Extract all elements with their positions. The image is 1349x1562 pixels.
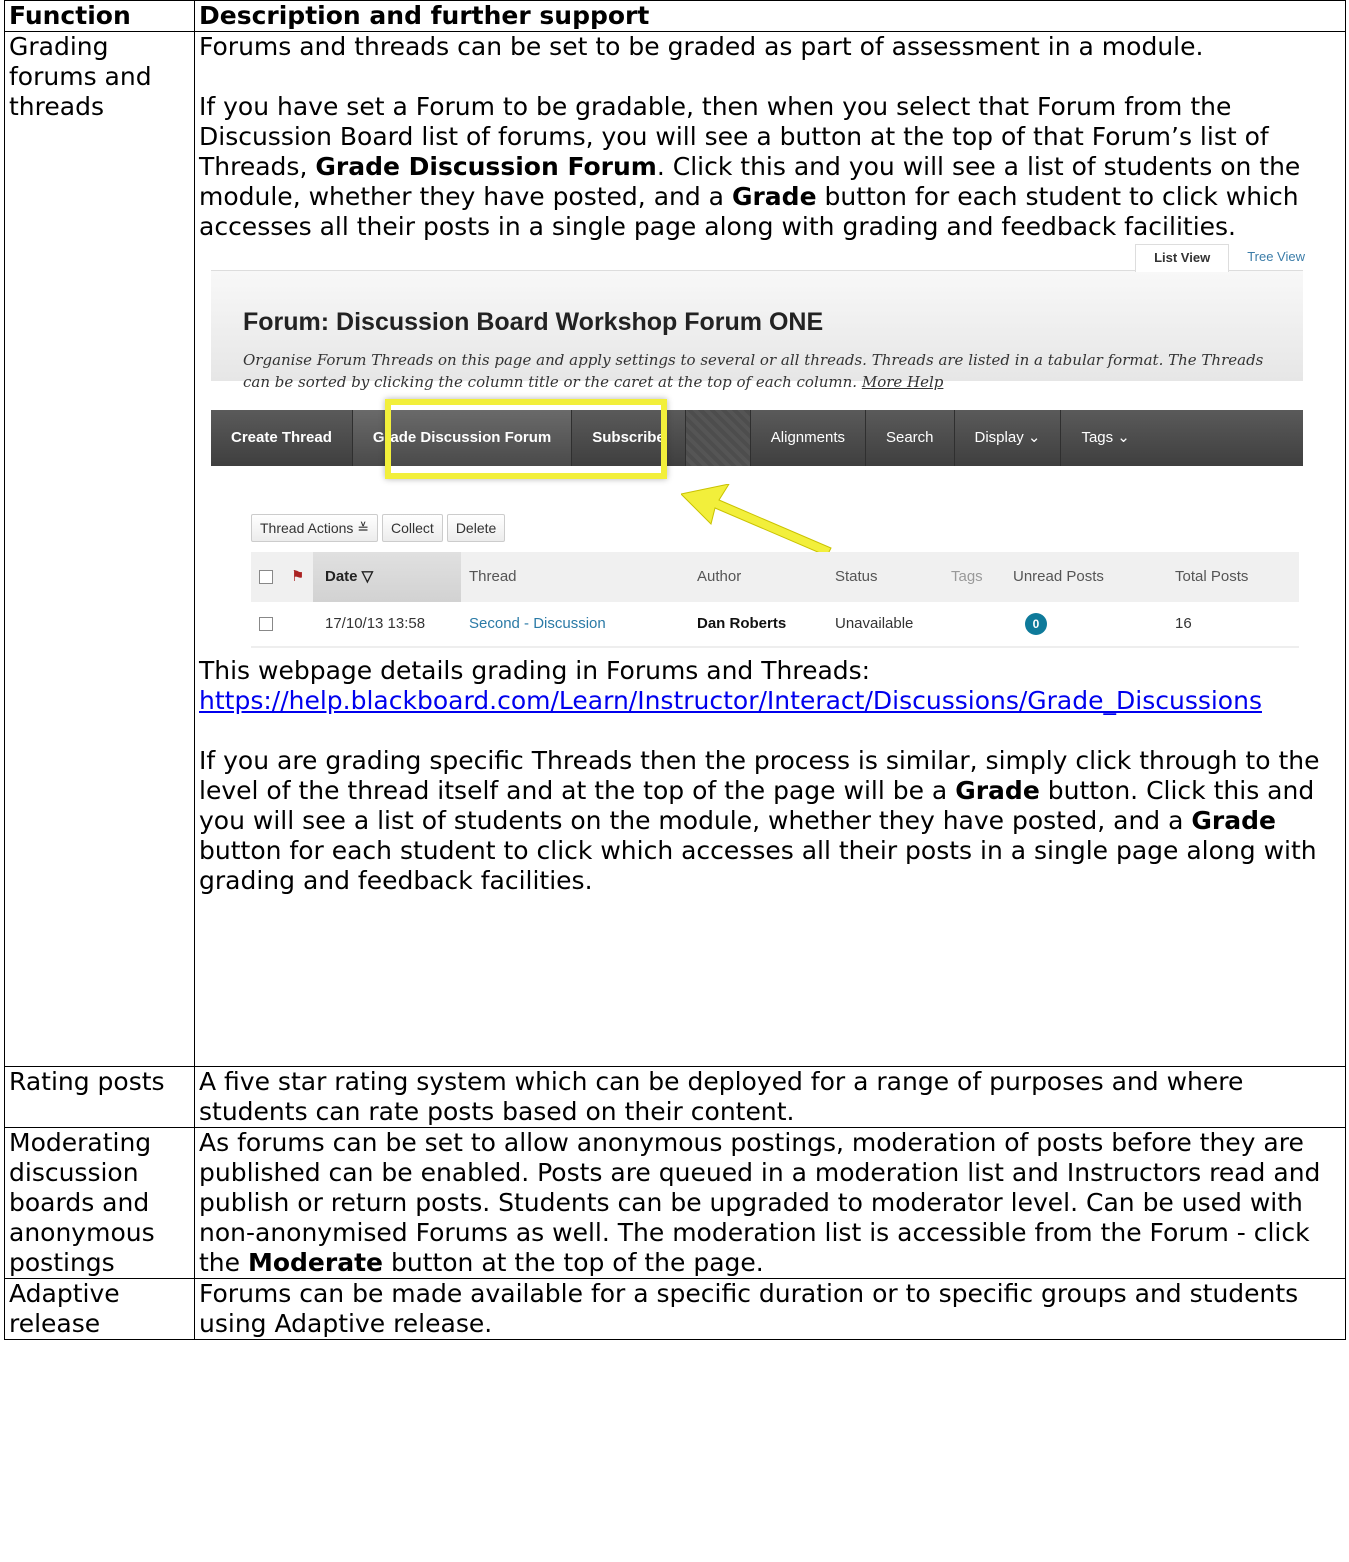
bold-text: Grade [731, 182, 817, 211]
row-date: 17/10/13 13:58 [325, 615, 426, 632]
function-cell: Grading forums and threads [4, 31, 195, 1067]
help-link[interactable]: https://help.blackboard.com/Learn/Instru… [199, 686, 1262, 715]
thread-link[interactable]: Second - Discussion [469, 602, 606, 646]
forum-title: Forum: Discussion Board Workshop Forum O… [243, 308, 824, 336]
paragraph: If you are grading specific Threads then… [199, 746, 1341, 896]
column-header-author[interactable]: Author [697, 552, 741, 602]
bold-text: Moderate [247, 1248, 383, 1277]
column-header-unread[interactable]: Unread Posts [1013, 552, 1104, 602]
forum-screenshot: Forum: Discussion Board Workshop Forum O… [211, 244, 1323, 652]
column-header-thread[interactable]: Thread [469, 552, 517, 602]
paragraph: If you have set a Forum to be gradable, … [199, 92, 1341, 242]
column-header-status[interactable]: Status [835, 552, 878, 602]
table-row-rating: Rating posts A five star rating system w… [4, 1066, 1346, 1128]
column-header-tags[interactable]: Tags [951, 552, 983, 602]
thread-actions-button[interactable]: Thread Actions ≚ [251, 514, 379, 542]
function-cell: Adaptive release [4, 1278, 195, 1340]
description-cell: Forums and threads can be set to be grad… [194, 31, 1346, 1067]
row-total-posts: 16 [1175, 615, 1192, 632]
functions-table: Function Description and further support… [4, 0, 1346, 1340]
more-help-link[interactable]: More Help [862, 373, 944, 391]
threads-table-header: ⚑ Date ▽ Thread Author Status Tags Unrea… [251, 552, 1299, 602]
tags-menu-button[interactable]: Tags ⌄ [1061, 410, 1149, 466]
highlight-box [385, 399, 667, 479]
function-cell: Moderating discussion boards and anonymo… [4, 1127, 195, 1279]
text-run: button at the top of the page. [383, 1248, 764, 1277]
forum-description: Organise Forum Threads on this page and … [243, 349, 1283, 393]
table-row-moderating: Moderating discussion boards and anonymo… [4, 1127, 1346, 1279]
description-column-header: Description and further support [194, 0, 1346, 32]
forum-description-text: Organise Forum Threads on this page and … [243, 351, 1264, 391]
description-cell: Forums can be made available for a speci… [194, 1278, 1346, 1340]
function-column-header: Function [4, 0, 195, 32]
column-header-date[interactable]: Date ▽ [325, 552, 373, 602]
forum-header: Forum: Discussion Board Workshop Forum O… [211, 270, 1303, 391]
toolbar-divider [685, 410, 751, 466]
bold-text: Grade [955, 776, 1040, 805]
column-header-total[interactable]: Total Posts [1175, 552, 1248, 602]
bold-text: Grade [1191, 806, 1276, 835]
unread-badge-value: 0 [1025, 613, 1047, 636]
row-status: Unavailable [835, 615, 914, 632]
search-button[interactable]: Search [866, 410, 955, 466]
forum-action-bar: Create Thread Grade Discussion Forum Sub… [211, 410, 1303, 466]
table-row: 17/10/13 13:58 Second - Discussion Dan R… [251, 602, 1299, 648]
thread-actions-bar: Thread Actions ≚ Collect Delete [251, 514, 506, 542]
table-row-adaptive: Adaptive release Forums can be made avai… [4, 1278, 1346, 1340]
paragraph: Forums and threads can be set to be grad… [199, 32, 1204, 61]
alignments-button[interactable]: Alignments [751, 410, 866, 466]
bold-text: Grade Discussion Forum [315, 152, 657, 181]
flag-icon[interactable]: ⚑ [291, 552, 304, 602]
tab-list-view[interactable]: List View [1135, 244, 1230, 272]
tab-tree-view[interactable]: Tree View [1229, 244, 1323, 272]
view-tabs: List View Tree View [1135, 244, 1323, 272]
create-thread-button[interactable]: Create Thread [211, 410, 353, 466]
text-run: button for each student to click which a… [199, 836, 1317, 895]
paragraph: https://help.blackboard.com/Learn/Instru… [199, 686, 1341, 716]
collect-button[interactable]: Collect [382, 514, 443, 542]
description-cell: A five star rating system which can be d… [194, 1066, 1346, 1128]
paragraph: This webpage details grading in Forums a… [199, 656, 871, 685]
function-cell: Rating posts [4, 1066, 195, 1128]
row-checkbox[interactable] [259, 617, 273, 631]
description-cell: As forums can be set to allow anonymous … [194, 1127, 1346, 1279]
unread-count-badge[interactable]: 0 [1025, 602, 1047, 646]
table-row-grading: Grading forums and threads Forums and th… [4, 31, 1346, 1067]
table-header-row: Function Description and further support [4, 0, 1346, 32]
delete-button[interactable]: Delete [446, 514, 506, 542]
display-menu-button[interactable]: Display ⌄ [955, 410, 1062, 466]
row-author: Dan Roberts [697, 615, 787, 632]
select-all-checkbox[interactable] [259, 570, 273, 584]
